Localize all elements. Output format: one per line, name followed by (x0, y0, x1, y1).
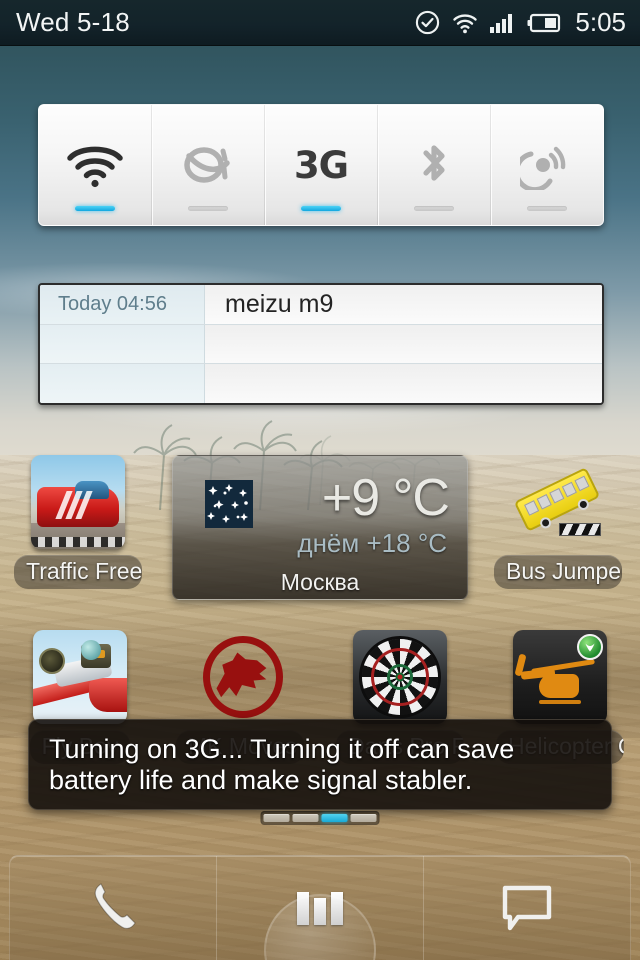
vibrate-toggle-icon (520, 134, 574, 196)
page-dot[interactable] (350, 814, 377, 822)
mobile-3g-toggle-indicator (301, 206, 341, 211)
page-dot-active[interactable] (321, 814, 348, 822)
toast-notification: Turning on 3G... Turning it off can save… (28, 719, 612, 810)
page-dot[interactable] (292, 814, 319, 822)
dock-item-phone[interactable] (10, 856, 217, 960)
globe-watermark-icon (264, 894, 376, 960)
dock-item-messaging[interactable] (424, 856, 630, 960)
note-row-text (205, 324, 602, 364)
weather-forecast: днём +18 °C (297, 528, 447, 558)
weather-city: Москва (280, 569, 360, 595)
quick-toggle-widget: 3G (38, 104, 604, 226)
toggle-vibrate[interactable] (491, 105, 603, 225)
battery-icon (527, 13, 561, 32)
app-label: Bus Jumper (494, 555, 622, 589)
app-label: Traffic Free (14, 555, 142, 589)
note-row-date (40, 364, 205, 403)
note-row-date (40, 324, 205, 364)
3g-toggle-icon: 3G (293, 134, 349, 196)
bluetooth-toggle-icon (412, 134, 456, 196)
speech-bubble-icon (502, 885, 552, 931)
note-row[interactable]: Today 04:56 meizu m9 (40, 285, 602, 325)
note-row[interactable] (40, 324, 602, 365)
note-row-date: Today 04:56 (40, 285, 205, 324)
check-circle-icon (416, 10, 440, 35)
clear-night-icon (205, 480, 253, 528)
dock (9, 855, 631, 960)
dartboard-icon (353, 630, 447, 724)
data-sync-toggle-indicator (188, 206, 228, 211)
status-bar-date: Wed 5-18 (16, 7, 130, 37)
vibrate-toggle-indicator (527, 206, 567, 211)
toggle-wifi[interactable] (39, 105, 152, 225)
toggle-mobile-3g[interactable]: 3G (265, 105, 378, 225)
note-row[interactable] (40, 364, 602, 403)
note-row-text (205, 364, 602, 403)
status-bar-time: 5:05 (575, 7, 626, 37)
mortal-kombat-dragon-icon (193, 630, 287, 724)
wifi-icon (453, 13, 478, 33)
wifi-toggle-icon (64, 134, 126, 196)
airplane-icon (33, 630, 127, 724)
weather-widget[interactable]: +9 °C днём +18 °C Москва (172, 455, 468, 600)
note-widget[interactable]: Today 04:56 meizu m9 (38, 283, 604, 405)
signal-bars-icon (490, 13, 513, 33)
orange-helicopter-icon (513, 630, 607, 724)
3g-label: 3G (293, 143, 349, 187)
toast-message: Turning on 3G... Turning it off can save… (49, 733, 515, 795)
data-sync-toggle-icon (179, 134, 237, 196)
weather-temperature: +9 °C (321, 469, 450, 527)
page-indicator[interactable] (260, 811, 380, 825)
red-sportscar-icon (31, 455, 125, 549)
app-traffic-free[interactable]: Traffic Free (12, 455, 144, 589)
verified-badge-icon (577, 634, 603, 660)
page-dot[interactable] (263, 814, 290, 822)
toggle-bluetooth[interactable] (378, 105, 491, 225)
yellow-bus-icon (511, 455, 605, 549)
app-bus-jumper[interactable]: Bus Jumper (492, 455, 624, 589)
dock-item-app-drawer[interactable] (217, 856, 424, 960)
bluetooth-toggle-indicator (414, 206, 454, 211)
wifi-toggle-indicator (75, 206, 115, 211)
toggle-data-sync[interactable] (152, 105, 265, 225)
phone-handset-icon (94, 883, 136, 929)
note-row-text: meizu m9 (205, 285, 602, 324)
home-screen: Wed 5-18 5:05 3G Today 04:56 meizu m9 Tr… (0, 0, 640, 960)
status-bar-icons: 5:05 (414, 7, 626, 38)
weather-main: +9 °C днём +18 °C (173, 456, 467, 564)
status-bar[interactable]: Wed 5-18 5:05 (0, 0, 640, 46)
